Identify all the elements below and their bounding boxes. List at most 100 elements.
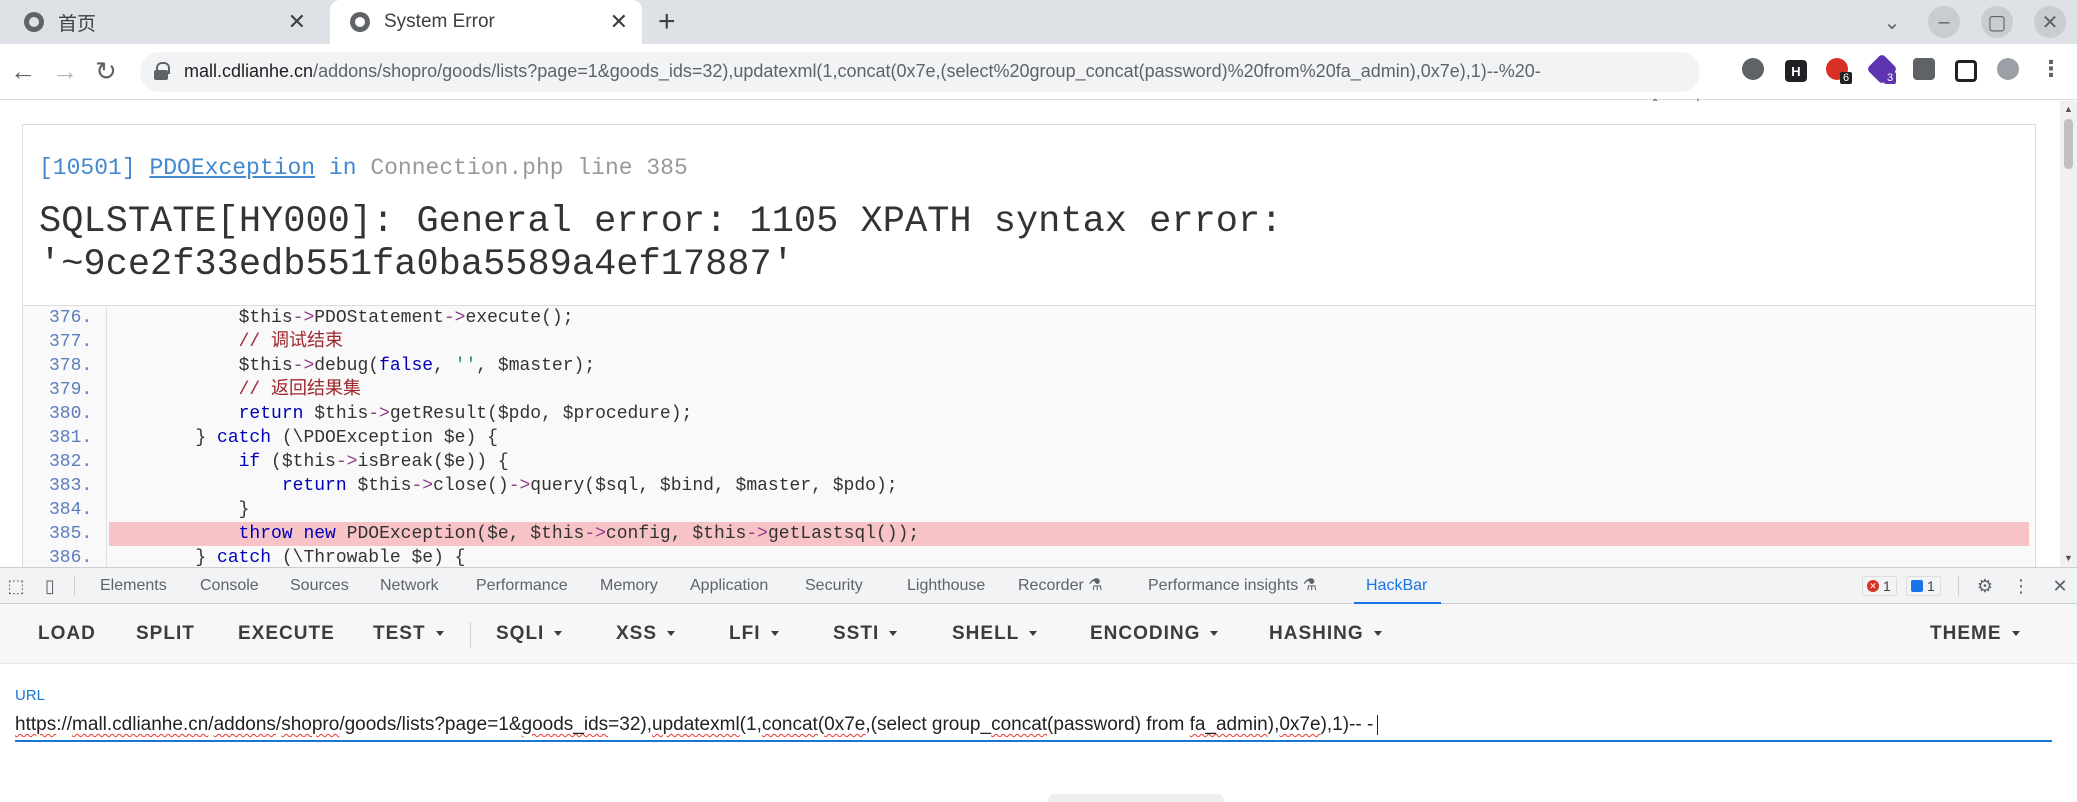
url-host: mall.cdlianhe.cn bbox=[184, 61, 314, 81]
scroll-up-arrow[interactable]: ▲ bbox=[2064, 104, 2073, 114]
devtools-tab-sources[interactable]: Sources bbox=[290, 568, 349, 604]
hackbar-button-label: THEME bbox=[1930, 623, 2002, 644]
devtools-tabbar: ⬚ ▯ Elements Console Sources Network Perform… bbox=[0, 568, 2077, 604]
devtools-tab-hackbar[interactable]: HackBar bbox=[1353, 568, 1442, 604]
devtools-panel: ⬚ ▯ Elements Console Sources Network Perform… bbox=[0, 567, 2077, 802]
devtools-tab-lighthouse[interactable]: Lighthouse bbox=[907, 568, 985, 604]
code-line: // 返回结果集 bbox=[109, 380, 362, 400]
menu-kebab-icon[interactable]: ⋮ bbox=[2040, 56, 2062, 81]
devtools-tab-performance-insights[interactable]: Performance insights ⚗ bbox=[1148, 568, 1317, 604]
hackbar-button-label: SSTI bbox=[833, 623, 880, 644]
devtools-tab-memory[interactable]: Memory bbox=[600, 568, 658, 604]
errors-badge[interactable]: ✕ 1 bbox=[1862, 576, 1897, 596]
maximize-icon[interactable]: ▢ bbox=[1981, 6, 2013, 38]
hackbar-split-button[interactable]: SPLIT bbox=[136, 604, 195, 664]
hackbar-lfi-button[interactable]: LFI bbox=[729, 604, 779, 664]
page-viewport: [10501] PDOException in Connection.php l… bbox=[0, 101, 2060, 567]
line-number: 381. bbox=[49, 428, 93, 448]
side-panel-icon[interactable] bbox=[1955, 60, 1977, 82]
line-number: 383. bbox=[49, 476, 93, 496]
hackbar-execute-button[interactable]: EXECUTE bbox=[238, 604, 335, 664]
line-number: 378. bbox=[49, 356, 93, 376]
errors-count: 1 bbox=[1883, 578, 1891, 594]
hackbar-theme-button[interactable]: THEME bbox=[1930, 604, 2020, 664]
message-line-2: '~9ce2f33edb551fa0ba5589a4ef17887' bbox=[39, 244, 794, 286]
reload-icon[interactable]: ↻ bbox=[95, 56, 117, 86]
new-tab-button[interactable]: + bbox=[658, 6, 676, 38]
tab-search-icon[interactable]: ⌄ bbox=[1876, 6, 1908, 38]
hackbar-button-label: LFI bbox=[729, 623, 761, 644]
settings-gear-icon[interactable]: ⚙ bbox=[1975, 576, 1995, 596]
hackbar-hashing-button[interactable]: HASHING bbox=[1269, 604, 1382, 664]
hackbar-test-button[interactable]: TEST bbox=[373, 604, 444, 664]
tab-label: System Error bbox=[384, 11, 495, 32]
messages-count: 1 bbox=[1927, 578, 1935, 594]
profile-avatar-icon[interactable] bbox=[1997, 58, 2019, 80]
exception-panel: [10501] PDOException in Connection.php l… bbox=[22, 124, 2036, 567]
scroll-down-arrow[interactable]: ▼ bbox=[2064, 553, 2073, 563]
h-extension-icon[interactable]: H bbox=[1785, 60, 1807, 82]
caret-down-icon bbox=[770, 631, 779, 637]
globe-icon bbox=[24, 12, 44, 32]
hackbar-button-label: SHELL bbox=[952, 623, 1020, 644]
close-icon[interactable]: ✕ bbox=[288, 10, 306, 34]
devtools-tab-performance[interactable]: Performance bbox=[476, 568, 568, 604]
exception-class-link[interactable]: PDOException bbox=[149, 155, 315, 181]
scroll-thumb[interactable] bbox=[2064, 119, 2073, 169]
devtools-tab-elements[interactable]: Elements bbox=[100, 568, 167, 604]
messages-badge[interactable]: 1 bbox=[1906, 576, 1941, 596]
back-icon[interactable]: ← bbox=[10, 56, 36, 86]
globe-icon bbox=[350, 12, 370, 32]
hackbar-menu: LOAD SPLIT EXECUTE TEST SQLI XSS LFI SSTI SHELL E… bbox=[0, 604, 2077, 664]
line-number: 386. bbox=[49, 548, 93, 567]
forward-icon[interactable]: → bbox=[52, 56, 78, 86]
code-line: // 调试结束 bbox=[109, 332, 344, 352]
hackbar-button-label: SPLIT bbox=[136, 623, 195, 644]
address-text[interactable]: mall.cdlianhe.cn/addons/shopro/goods/lis… bbox=[184, 61, 1654, 82]
devtools-tab-security[interactable]: Security bbox=[805, 568, 863, 604]
caret-down-icon bbox=[667, 631, 676, 637]
hackbar-button-label: XSS bbox=[616, 623, 658, 644]
close-window-icon[interactable]: ✕ bbox=[2034, 6, 2066, 38]
tab-system-error[interactable]: System Error ✕ bbox=[330, 0, 642, 44]
line-number: 384. bbox=[49, 500, 93, 520]
inspect-element-icon[interactable]: ⬚ bbox=[6, 576, 26, 596]
h-extension-label: H bbox=[1791, 63, 1801, 79]
devtools-tab-recorder[interactable]: Recorder ⚗ bbox=[1018, 568, 1103, 604]
hackbar-encoding-button[interactable]: ENCODING bbox=[1090, 604, 1219, 664]
message-icon bbox=[1911, 580, 1923, 592]
caret-down-icon bbox=[435, 631, 444, 637]
tab-home[interactable]: 首页 ✕ bbox=[4, 0, 320, 44]
page-scrollbar[interactable]: ▲ ▼ bbox=[2060, 101, 2077, 567]
hat-extension-icon[interactable] bbox=[1742, 58, 1764, 80]
tab-label: 首页 bbox=[58, 13, 97, 35]
devtools-tab-application[interactable]: Application bbox=[690, 568, 768, 604]
message-line-1: SQLSTATE[HY000]: General error: 1105 XPA… bbox=[39, 201, 1283, 243]
caret-down-icon bbox=[1029, 631, 1038, 637]
devtools-tab-console[interactable]: Console bbox=[200, 568, 259, 604]
devtools-tab-network[interactable]: Network bbox=[380, 568, 439, 604]
hackbar-xss-button[interactable]: XSS bbox=[616, 604, 676, 664]
line-number: 379. bbox=[49, 380, 93, 400]
puzzle-icon[interactable] bbox=[1913, 58, 1935, 80]
menu-divider bbox=[470, 622, 471, 648]
close-icon[interactable]: ✕ bbox=[610, 10, 628, 34]
hackbar-load-button[interactable]: LOAD bbox=[38, 604, 96, 664]
error-code: [10501] bbox=[39, 155, 136, 181]
devtools-menu-icon[interactable]: ⋮ bbox=[2011, 576, 2031, 596]
address-bar[interactable]: mall.cdlianhe.cn/addons/shopro/goods/lis… bbox=[140, 52, 1700, 92]
close-devtools-icon[interactable]: ✕ bbox=[2050, 576, 2070, 596]
flask-icon: ⚗ bbox=[1083, 577, 1103, 594]
caret-down-icon bbox=[1373, 631, 1382, 637]
minimize-icon[interactable]: – bbox=[1928, 6, 1960, 38]
hackbar-url-input[interactable]: https://mall.cdlianhe.cn/addons/shopro/g… bbox=[15, 708, 2052, 742]
caret-down-icon bbox=[2011, 631, 2020, 637]
hackbar-ssti-button[interactable]: SSTI bbox=[833, 604, 898, 664]
hackbar-shell-button[interactable]: SHELL bbox=[952, 604, 1038, 664]
hackbar-button-label: EXECUTE bbox=[238, 623, 335, 644]
line-number: 382. bbox=[49, 452, 93, 472]
code-line: $this->debug(false, '', $master); bbox=[109, 356, 596, 376]
device-toolbar-icon[interactable]: ▯ bbox=[40, 576, 60, 596]
hackbar-sqli-button[interactable]: SQLI bbox=[496, 604, 563, 664]
divider bbox=[1958, 576, 1959, 596]
